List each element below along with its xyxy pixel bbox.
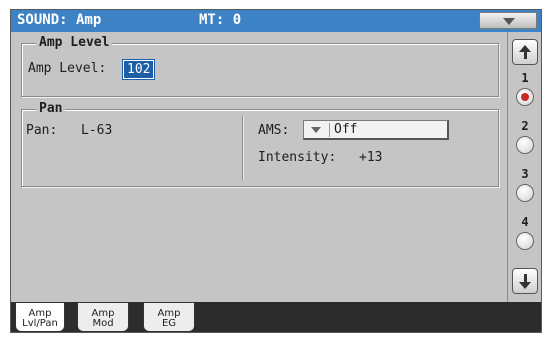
intensity-label: Intensity: [258,150,337,165]
amp-level-value[interactable]: 102 [121,59,156,80]
pan-value[interactable]: L-63 [81,123,112,138]
page-number-4: 4 [521,215,529,229]
ams-dropdown[interactable]: Off [303,120,449,140]
page-menu-button[interactable] [479,12,537,29]
mt-indicator: MT: 0 [199,12,242,28]
page-number-2: 2 [521,119,529,133]
chevron-down-icon [311,127,321,133]
tab-amp-eg[interactable]: Amp EG [143,302,195,332]
tab-amp-lvl-pan[interactable]: Amp Lvl/Pan [15,302,65,332]
page-1-radio[interactable] [516,88,534,106]
pan-panel: Pan Pan: L-63 AMS: Off Intensity: +13 [21,101,499,187]
ams-value: Off [334,122,358,137]
page-title: SOUND: Amp [17,12,102,28]
page-up-button[interactable] [512,39,538,65]
title-bar: SOUND: Amp MT: 0 [11,10,541,32]
page-number-1: 1 [521,71,529,85]
main-content: Amp Level Amp Level: 102 Pan Pan: L-63 A… [11,32,507,302]
tab-bar: Amp Lvl/Pan Amp Mod Amp EG [11,302,541,332]
pan-label: Pan: [26,123,58,138]
amp-level-label: Amp Level: [28,61,107,76]
dropdown-separator [329,123,330,137]
page-2-radio[interactable] [516,136,534,154]
ams-label: AMS: [258,123,290,138]
pan-divider [242,116,244,180]
sound-amp-screen: SOUND: Amp MT: 0 Amp Level Amp Level: 10… [10,9,542,333]
chevron-down-icon [503,18,515,25]
amp-level-panel: Amp Level Amp Level: 102 [21,35,499,97]
arrow-down-icon [519,282,531,289]
amp-level-section-title: Amp Level [36,35,113,50]
intensity-value[interactable]: +13 [359,150,382,165]
pan-section-title: Pan [36,101,66,116]
page-number-3: 3 [521,167,529,181]
page-sidebar: 1 2 3 4 [507,32,541,302]
tab-amp-mod[interactable]: Amp Mod [77,302,129,332]
page-4-radio[interactable] [516,232,534,250]
page-3-radio[interactable] [516,184,534,202]
page-down-button[interactable] [512,268,538,294]
